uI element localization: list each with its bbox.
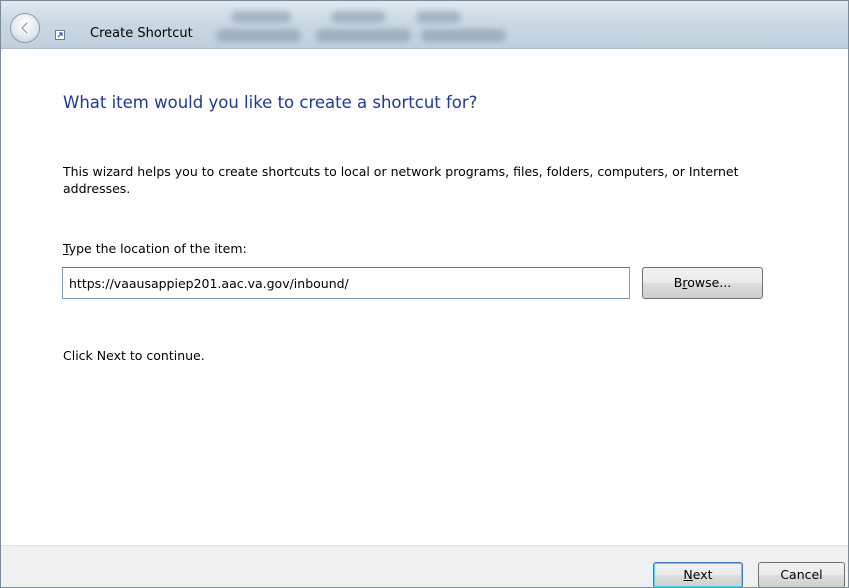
- location-input[interactable]: [62, 267, 630, 299]
- wizard-description: This wizard helps you to create shortcut…: [63, 164, 739, 196]
- glass-blur-decoration: [416, 11, 461, 23]
- wizard-footer: Next Cancel: [1, 545, 848, 587]
- back-arrow-icon: [20, 21, 29, 35]
- browse-label-post: owse...: [687, 275, 732, 290]
- next-hint-text: Click Next to continue.: [63, 348, 205, 363]
- title-bar[interactable]: Create Shortcut: [1, 1, 848, 49]
- wizard-heading: What item would you like to create a sho…: [63, 93, 478, 112]
- next-label-mnemonic: N: [683, 567, 693, 582]
- location-label-text: ype the location of the item:: [68, 241, 247, 256]
- next-button[interactable]: Next: [653, 562, 743, 587]
- glass-blur-decoration: [216, 29, 301, 42]
- glass-blur-decoration: [231, 11, 291, 23]
- window-title: Create Shortcut: [90, 26, 193, 41]
- location-label: Type the location of the item:: [63, 241, 247, 256]
- next-label-rest: ext: [692, 567, 713, 582]
- back-button[interactable]: [10, 13, 40, 43]
- glass-blur-decoration: [421, 29, 506, 42]
- browse-button[interactable]: Browse...: [642, 267, 763, 299]
- cancel-button[interactable]: Cancel: [758, 562, 845, 587]
- glass-blur-decoration: [316, 29, 411, 42]
- shortcut-icon: [55, 30, 65, 40]
- create-shortcut-window: Create Shortcut What item would you like…: [0, 0, 849, 588]
- glass-blur-decoration: [331, 11, 386, 23]
